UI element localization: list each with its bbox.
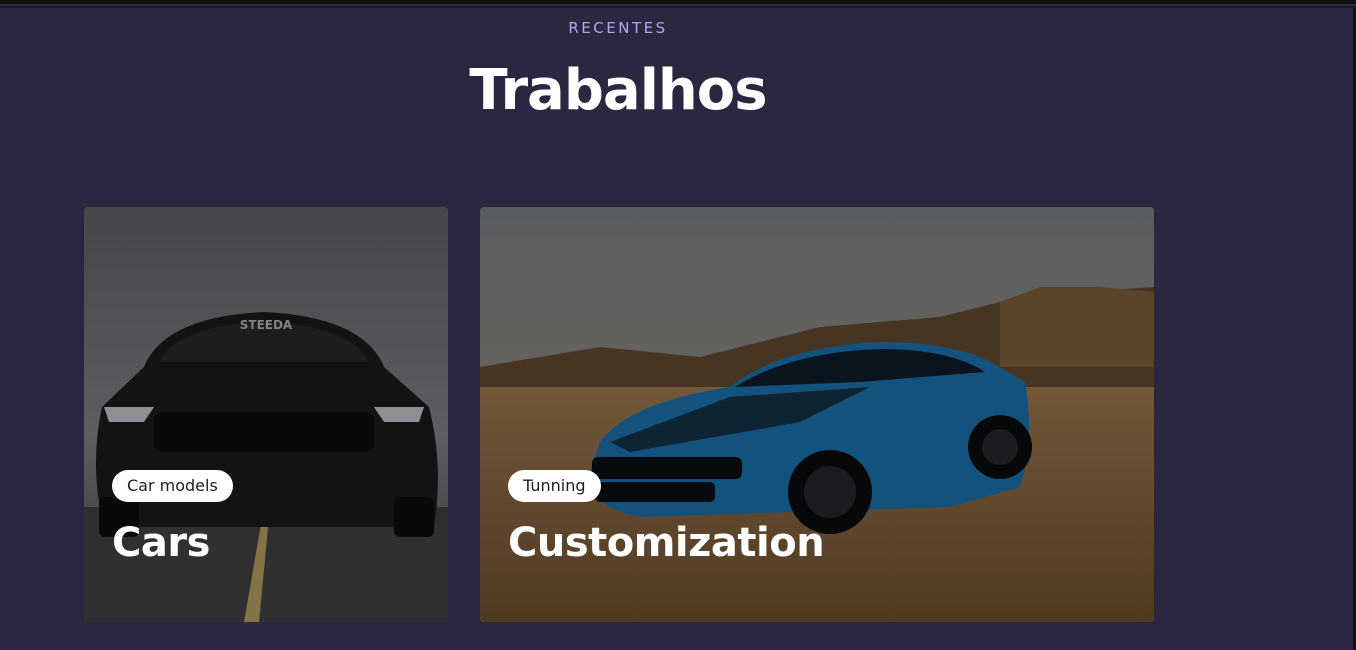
card-heading: Cars (112, 520, 210, 566)
card-tag[interactable]: Tunning (508, 470, 601, 502)
card-tag[interactable]: Car models (112, 470, 233, 502)
top-border (0, 0, 1356, 8)
work-card-cars[interactable]: STEEDA Car models Cars (84, 207, 448, 622)
work-card-customization[interactable]: Tunning Customization (480, 207, 1154, 622)
section-eyebrow: RECENTES (568, 19, 668, 37)
section-title: Trabalhos (469, 58, 767, 123)
card-heading: Customization (508, 520, 825, 566)
